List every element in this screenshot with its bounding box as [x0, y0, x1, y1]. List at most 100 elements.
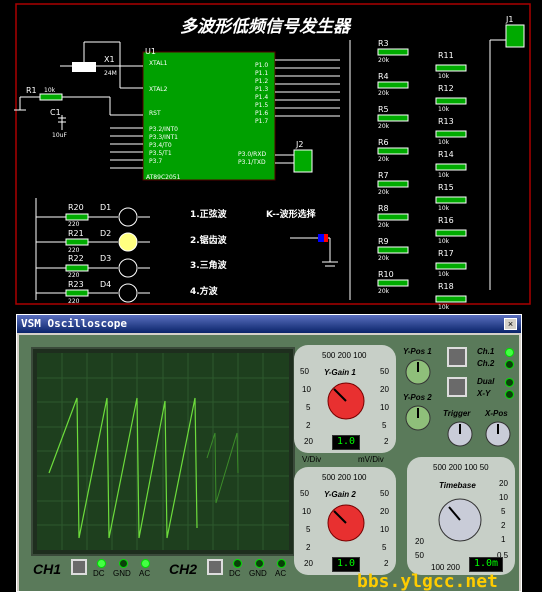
mode-select-button[interactable]	[447, 377, 467, 397]
led-resistor-value: 220	[68, 221, 80, 228]
ladder-left-value: 20k	[378, 288, 390, 295]
led-resistor-label: R20	[68, 203, 84, 212]
timebase-right-num: 2	[501, 521, 506, 530]
u1-left-pin-label: P3.2/INT0	[149, 126, 178, 133]
ladder-left-name: R10	[378, 270, 394, 279]
j2-label: J2	[296, 140, 304, 149]
ladder-resistor	[435, 130, 467, 138]
ygain1-right-num: 10	[380, 403, 389, 412]
ladder-left-name: R3	[378, 39, 389, 48]
ygain1-lcd: 1.0	[332, 435, 360, 450]
ch1-led-label: Ch.1	[477, 347, 495, 356]
ladder-resistor	[377, 114, 409, 122]
ladder-left-name: R7	[378, 171, 389, 180]
dual-led	[505, 378, 514, 387]
ladder-left-value: 20k	[378, 156, 390, 163]
ladder-resistor	[435, 64, 467, 72]
schematic-title: 多波形低频信号发生器	[180, 17, 350, 37]
u1-left-pin-label: P3.3/INT1	[149, 134, 178, 141]
ch2-led	[505, 360, 514, 369]
ygain2-knob[interactable]	[326, 503, 366, 543]
ladder-left-value: 20k	[378, 57, 390, 64]
ygain1-panel: 500 200 100 Y-Gain 1 50 10 5 2 50 20 10 …	[294, 345, 396, 453]
ch1-coupling-button[interactable]	[71, 559, 87, 575]
ladder-resistor	[377, 48, 409, 56]
ypos2-label: Y-Pos 2	[403, 393, 432, 402]
j1-label: J1	[506, 15, 514, 24]
u1-left-pin-label: P3.7	[149, 158, 163, 165]
timebase-right-num: 10	[499, 493, 508, 502]
r1-value: 10k	[44, 87, 56, 94]
ch1-led	[505, 348, 514, 357]
led-resistor-label: R21	[68, 229, 84, 238]
scope-screen	[37, 353, 289, 550]
ch1-gnd-label: GND	[113, 569, 131, 578]
schematic-canvas[interactable]: 多波形低频信号发生器 U1 AT89C2051 X1 24M R1 10k C1…	[0, 0, 542, 311]
timebase-knob[interactable]	[437, 497, 483, 543]
ladder-right-value: 10k	[438, 172, 450, 179]
u1-right-pin-label: P3.1/TXD	[238, 159, 266, 166]
ygain2-lcd: 1.0	[332, 557, 360, 572]
ypos2-knob[interactable]	[405, 405, 431, 431]
ladder-right-value: 10k	[438, 73, 450, 80]
ch2-coupling-button[interactable]	[207, 559, 223, 575]
ladder-right-name: R13	[438, 117, 454, 126]
scope-trace	[37, 353, 289, 550]
u1-label: U1	[145, 47, 156, 56]
ladder-left-name: R5	[378, 105, 389, 114]
ch2-label: CH2	[169, 561, 198, 577]
ladder-resistor	[435, 262, 467, 270]
ygain1-scale-top: 500 200 100	[322, 351, 367, 360]
close-button[interactable]: ×	[504, 318, 517, 330]
ladder-left-value: 20k	[378, 255, 390, 262]
ygain1-unit-left: V/Div	[302, 455, 322, 464]
ygain1-left-num: 5	[306, 403, 311, 412]
ygain1-right-num: 2	[384, 437, 389, 446]
u1-right-pin-label: P1.1	[255, 70, 269, 77]
ygain2-left-num: 10	[302, 507, 311, 516]
waveform-option-label: 4.方波	[190, 287, 218, 297]
ygain2-left-num: 2	[306, 543, 311, 552]
ladder-left-value: 20k	[378, 222, 390, 229]
waveform-option-label: 1.正弦波	[190, 210, 227, 220]
timebase-right-num: 1	[501, 535, 506, 544]
u1-right-pin-label: P3.0/RXD	[238, 151, 267, 158]
ladder-resistor	[377, 279, 409, 287]
diode-label: D3	[100, 254, 112, 263]
ygain2-right-num: 10	[380, 525, 389, 534]
ladder-right-value: 10k	[438, 205, 450, 212]
ladder-left-name: R6	[378, 138, 389, 147]
ygain2-right-num: 5	[382, 543, 387, 552]
diode-label: D4	[100, 280, 112, 289]
ygain1-knob[interactable]	[326, 381, 366, 421]
ygain1-bottom-num: 20	[304, 437, 313, 446]
u1-left-pin-label: P3.4/T0	[149, 142, 172, 149]
oscilloscope-window[interactable]: VSM Oscilloscope × 500 200 100 Y-Gain 1 …	[16, 314, 522, 592]
ladder-resistor	[435, 196, 467, 204]
ladder-right-name: R18	[438, 282, 454, 291]
oscilloscope-titlebar[interactable]: VSM Oscilloscope	[17, 315, 521, 333]
ypos1-knob[interactable]	[405, 359, 431, 385]
u1-right-pin-label: P1.5	[255, 102, 269, 109]
ch2-led-label: Ch.2	[477, 359, 495, 368]
ygain2-scale-top: 500 200 100	[322, 473, 367, 482]
dual-led-label: Dual	[477, 377, 495, 386]
ladder-left-name: R8	[378, 204, 389, 213]
watermark: bbs.ylgcc.net	[357, 571, 498, 592]
ch2-dc-label: DC	[229, 569, 241, 578]
xpos-knob[interactable]	[485, 421, 511, 447]
ygain2-right-num: 20	[380, 507, 389, 516]
ch1-ac-led	[141, 559, 150, 568]
ladder-right-value: 10k	[438, 304, 450, 311]
u1-left-pin-label: XTAL1	[149, 60, 168, 67]
ladder-resistor	[435, 97, 467, 105]
waveform-option-label: 3.三角波	[190, 261, 227, 271]
channel-select-button[interactable]	[447, 347, 467, 367]
ch1-dc-label: DC	[93, 569, 105, 578]
ygain1-label: Y-Gain 1	[324, 368, 356, 377]
ch2-ac-label: AC	[275, 569, 287, 578]
trigger-knob[interactable]	[447, 421, 473, 447]
timebase-label: Timebase	[439, 481, 476, 490]
ladder-right-name: R12	[438, 84, 454, 93]
ch1-gnd-led	[119, 559, 128, 568]
